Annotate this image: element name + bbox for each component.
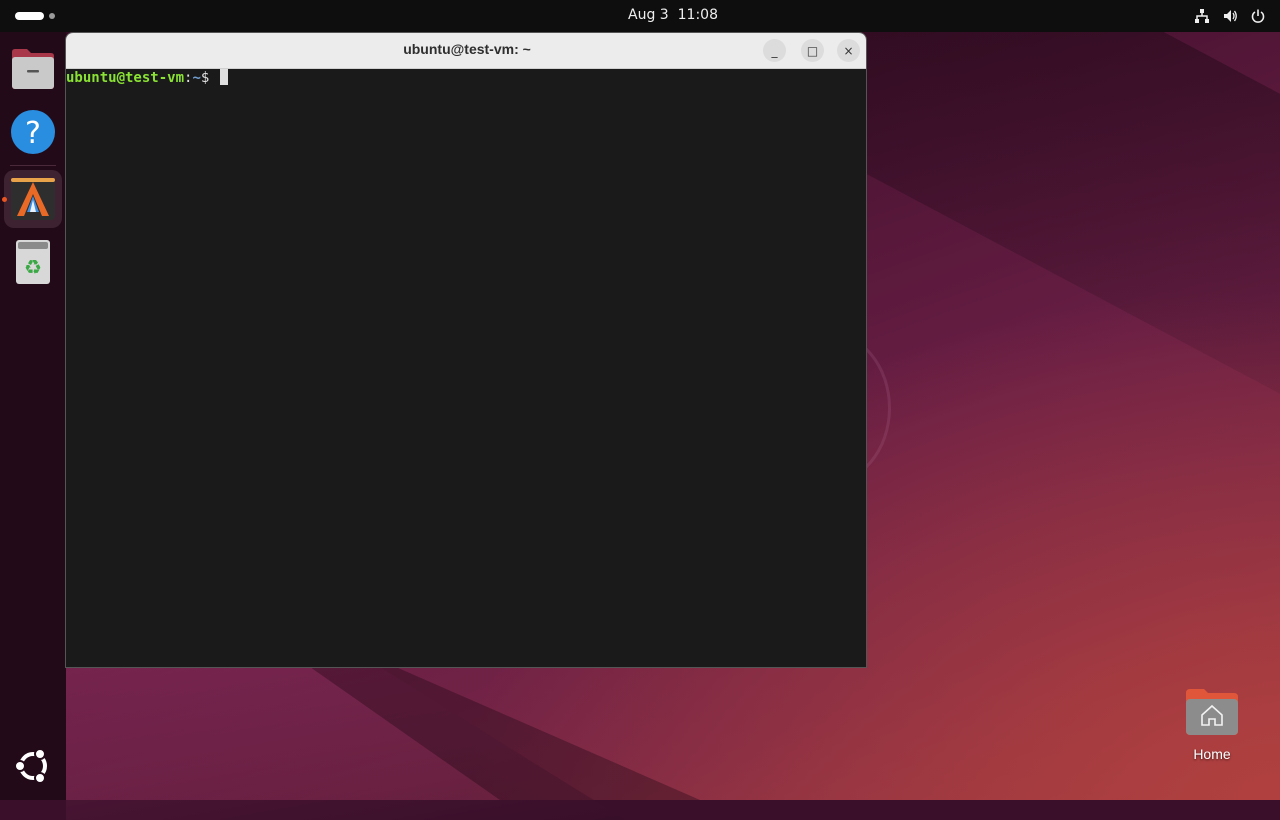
system-tray[interactable] — [1194, 8, 1266, 24]
files-icon[interactable] — [10, 46, 56, 92]
clock[interactable]: Aug 3 11:08 — [600, 7, 746, 23]
minimize-button[interactable]: _ — [763, 39, 786, 62]
alacritty-icon — [11, 178, 55, 220]
home-desktop-icon[interactable]: Home — [1176, 683, 1248, 768]
alacritty-dock-item[interactable] — [4, 170, 62, 228]
prompt-symbol: $ — [200, 70, 218, 86]
power-icon[interactable] — [1250, 8, 1266, 24]
running-indicator — [2, 197, 7, 202]
terminal-window[interactable]: ubuntu@test-vm: ~ _ □ × ubuntu@test-vm:~… — [65, 32, 867, 668]
network-icon[interactable] — [1194, 8, 1210, 24]
workspace-indicator-active[interactable] — [15, 12, 44, 20]
svg-text:?: ? — [25, 116, 41, 151]
workspace-indicator[interactable] — [49, 13, 55, 19]
close-button[interactable]: × — [837, 39, 860, 62]
home-folder-icon — [1186, 689, 1238, 735]
home-label: Home — [1193, 746, 1231, 762]
terminal-output[interactable]: ubuntu@test-vm:~$ — [66, 68, 866, 667]
text-cursor — [219, 69, 228, 85]
prompt-user: ubuntu@test-vm — [66, 70, 185, 86]
clock-time: 11:08 — [677, 7, 718, 23]
maximize-button[interactable]: □ — [801, 39, 824, 62]
ubuntu-logo-icon[interactable] — [14, 747, 52, 785]
top-bar: Aug 3 11:08 — [0, 0, 1280, 32]
window-title: ubuntu@test-vm: ~ — [403, 41, 531, 57]
dock-separator — [10, 165, 56, 166]
volume-icon[interactable] — [1222, 8, 1238, 24]
trash-icon[interactable]: ♻ — [10, 238, 56, 284]
prompt-line: ubuntu@test-vm:~$ — [66, 69, 228, 87]
wallpaper-shape — [860, 0, 1280, 490]
clock-date: Aug 3 — [628, 7, 669, 23]
dock: ? ♻ — [0, 32, 66, 800]
help-icon[interactable]: ? — [10, 109, 56, 155]
terminal-titlebar[interactable]: ubuntu@test-vm: ~ _ □ × — [66, 33, 866, 69]
prompt-path: ~ — [192, 70, 201, 86]
svg-text:♻: ♻ — [24, 255, 42, 279]
